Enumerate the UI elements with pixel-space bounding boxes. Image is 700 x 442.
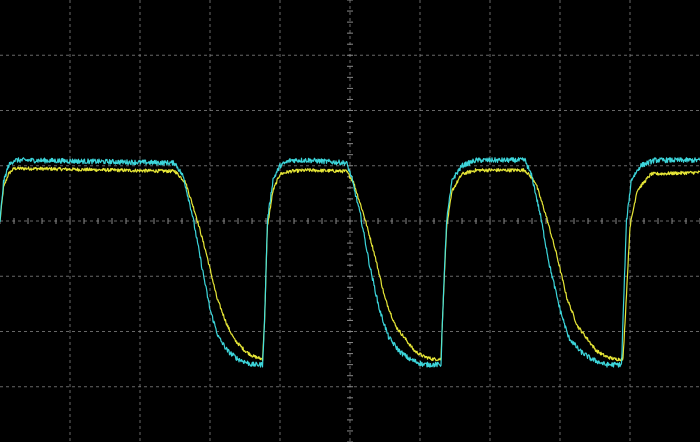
oscilloscope-screen [0,0,700,442]
waveform-plot [0,0,700,442]
